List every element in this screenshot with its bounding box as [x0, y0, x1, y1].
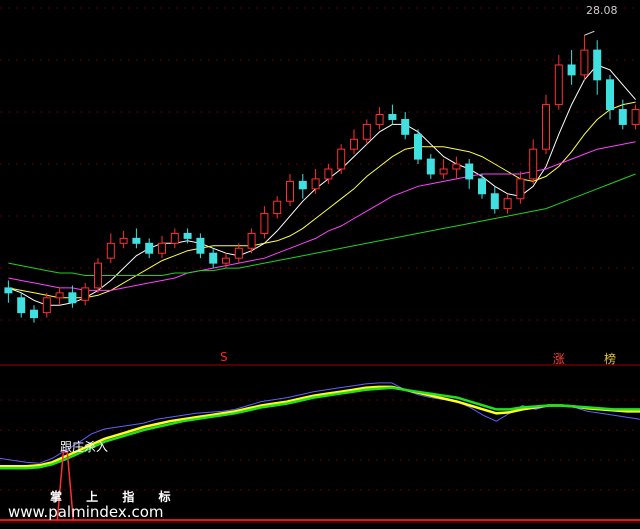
indicator-label: 跟庄杀入: [60, 440, 109, 454]
candle-body-25: [324, 168, 333, 180]
candle-body-27: [350, 138, 358, 150]
candle-body-28: [362, 123, 371, 140]
candle-body-6: [81, 287, 90, 301]
candle-body-16: [209, 252, 218, 264]
candle-body-44: [567, 64, 576, 76]
candle-body-2: [30, 309, 38, 319]
candle-body-8: [106, 242, 115, 259]
high-marker-line: [584, 30, 595, 36]
candle-body-42: [542, 104, 550, 150]
candle-body-15: [196, 237, 205, 254]
candle-body-49: [631, 109, 640, 125]
candle-body-39: [503, 198, 512, 210]
candle-body-4: [55, 292, 64, 299]
candle-body-32: [414, 133, 422, 160]
candle-body-12: [158, 242, 166, 254]
candle-body-0: [4, 287, 13, 294]
candle-body-14: [183, 232, 192, 239]
chart-stage: 28.08 跟庄杀入 掌 上 指 标 www.palmindex.com S涨榜: [0, 0, 640, 529]
signal-mark-1: 涨: [552, 352, 565, 366]
candle-body-3: [42, 297, 51, 314]
signal-mark-0: S: [220, 350, 228, 364]
candle-body-24: [311, 178, 320, 190]
candle-body-30: [388, 114, 397, 120]
candle-body-33: [426, 158, 435, 175]
candle-body-26: [337, 148, 346, 170]
candle-body-7: [94, 262, 102, 289]
candle-body-13: [170, 232, 179, 244]
candle-body-31: [401, 118, 410, 135]
watermark-url: www.palmindex.com: [8, 503, 164, 521]
candle-body-10: [132, 237, 141, 244]
candle-body-48: [618, 109, 627, 125]
candle-body-18: [234, 247, 243, 259]
candle-body-11: [145, 242, 154, 254]
candle-body-35: [452, 163, 461, 170]
candle-body-29: [375, 114, 384, 125]
candle-body-43: [554, 64, 563, 106]
candle-body-38: [490, 193, 499, 210]
high-price-label: 28.08: [586, 4, 618, 17]
ma-line-ma60: [8, 173, 636, 276]
candle-body-1: [17, 297, 26, 314]
candle-body-20: [260, 213, 269, 234]
candle-body-47: [606, 79, 614, 111]
candle-body-46: [593, 49, 602, 81]
candle-body-21: [273, 200, 282, 215]
candle-body-34: [439, 168, 448, 175]
signal-mark-2: 榜: [604, 352, 617, 366]
candle-body-22: [286, 180, 294, 202]
candle-body-41: [529, 148, 538, 180]
candle-body-37: [478, 178, 486, 195]
candle-body-19: [247, 232, 256, 249]
candle-body-17: [222, 257, 230, 264]
candle-body-9: [119, 237, 128, 244]
candle-body-5: [68, 292, 77, 304]
candle-body-45: [580, 49, 589, 76]
candle-body-36: [465, 163, 474, 180]
ma-line-ma5: [8, 64, 636, 306]
candle-body-40: [516, 178, 525, 200]
candle-body-23: [298, 180, 307, 190]
